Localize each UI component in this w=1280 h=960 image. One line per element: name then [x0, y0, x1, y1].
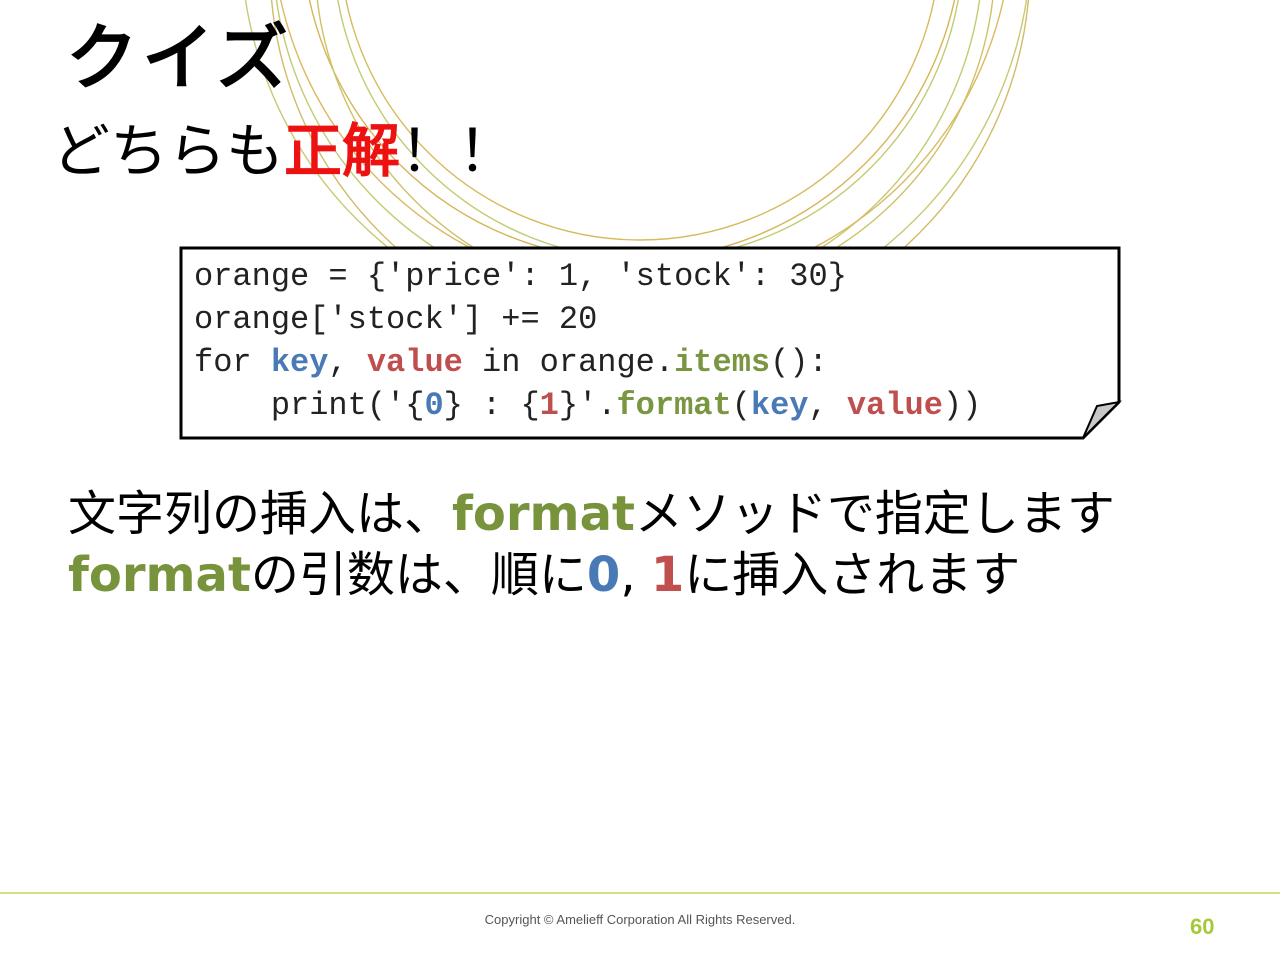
code-token: , [328, 344, 367, 381]
desc-text: メソッドで指定します [634, 486, 1115, 542]
code-token: } : { [443, 387, 540, 424]
slide-subtitle: どちらも正解！！ [52, 122, 516, 180]
code-token: )) [942, 387, 982, 424]
code-token-format: format [616, 387, 732, 424]
desc-index-zero: 0 [586, 547, 621, 603]
code-line-1: orange = {'price': 1, 'stock': 30} [194, 258, 847, 295]
code-token-value: value [366, 344, 463, 381]
slide-title: クイズ [66, 16, 292, 100]
code-line-4: print('{0} : {1}'.format(key, value)) [194, 387, 982, 424]
code-block: orange = {'price': 1, 'stock': 30} orang… [194, 255, 981, 427]
code-token-items: items [674, 344, 771, 381]
desc-text: に挿入されます [684, 547, 1021, 603]
code-token: ( [731, 387, 751, 424]
subtitle-prefix: どちらも [52, 117, 285, 185]
code-token-key: key [750, 387, 809, 424]
code-token: in orange. [462, 344, 675, 381]
footer-divider [0, 892, 1280, 894]
desc-index-one: 1 [650, 547, 685, 603]
code-token: for [194, 344, 271, 381]
code-token-one: 1 [539, 387, 559, 424]
page-number: 60 [1190, 914, 1215, 939]
code-token: print('{ [194, 387, 425, 424]
code-token: }'. [558, 387, 617, 424]
copyright-text: Copyright © Amelieff Corporation All Rig… [484, 912, 796, 927]
desc-text: 文字列の挿入は、 [68, 486, 453, 542]
subtitle-emphasis: 正解 [284, 117, 401, 185]
code-line-2: orange['stock'] += 20 [194, 301, 598, 338]
subtitle-suffix: ！！ [400, 117, 517, 185]
desc-format-keyword: format [68, 547, 251, 603]
code-line-3: for key, value in orange.items(): [194, 344, 828, 381]
code-token-key: key [270, 344, 329, 381]
code-token: , [808, 387, 847, 424]
description-line-1: 文字列の挿入は、formatメソッドで指定します [68, 490, 1115, 538]
code-token-zero: 0 [424, 387, 444, 424]
desc-separator: , [620, 547, 651, 603]
code-token-value: value [846, 387, 943, 424]
code-token: (): [770, 344, 828, 381]
description-line-2: formatの引数は、順に0, 1に挿入されます [68, 551, 1020, 599]
desc-text: の引数は、順に [250, 547, 587, 603]
code-box: orange = {'price': 1, 'stock': 30} orang… [179, 246, 1123, 442]
desc-format-keyword: format [452, 486, 635, 542]
